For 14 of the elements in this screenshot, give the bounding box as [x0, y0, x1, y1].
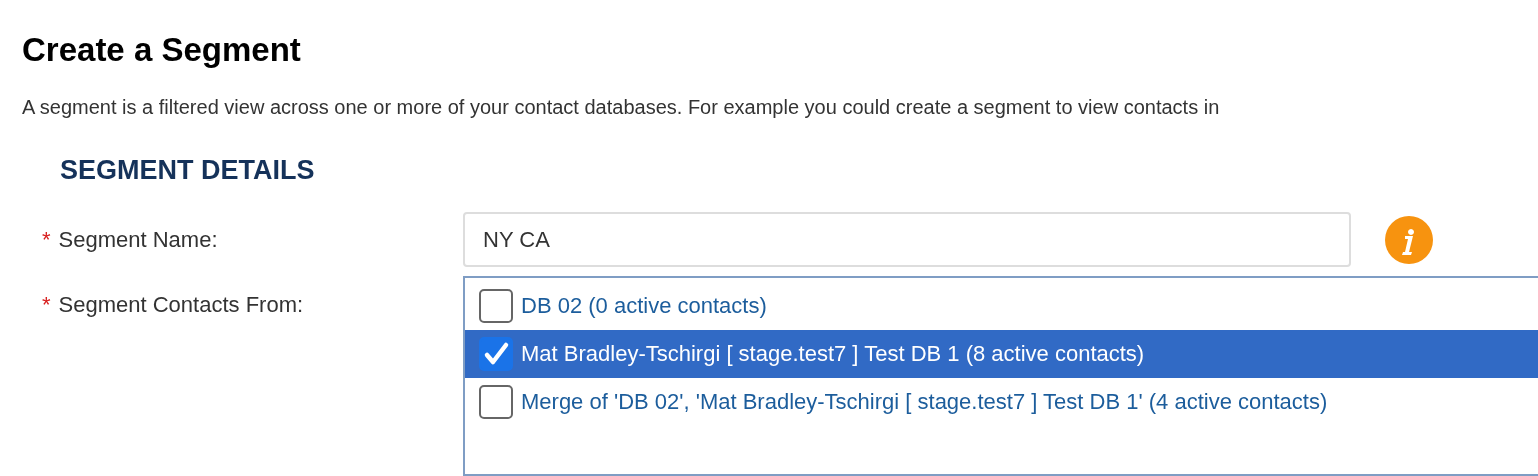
checkbox[interactable] — [479, 337, 513, 371]
description: A segment is a filtered view across one or more of your contact databases. For example you could create a segment to view contacts in — [22, 96, 1220, 119]
checkbox[interactable] — [479, 385, 513, 419]
text-field[interactable]: NY CA — [463, 212, 1351, 267]
required-asterisk: * — [42, 292, 51, 318]
section-heading: SEGMENT DETAILS — [60, 155, 315, 186]
list-option[interactable]: DB 02 (0 active contacts) — [465, 282, 1538, 330]
field-label: Segment Contacts From: — [58, 292, 304, 318]
list-option[interactable]: Mat Bradley-Tschirgi [ stage.test7 ] Test DB 1 (8 active contacts) — [465, 330, 1538, 378]
required-asterisk: * — [42, 226, 51, 253]
checkbox[interactable] — [479, 289, 513, 323]
page-title: Create a Segment — [22, 30, 301, 70]
field-label: Segment Name: — [58, 226, 218, 253]
list-option[interactable]: Merge of 'DB 02', 'Mat Bradley-Tschirgi [ stage.test7 ] Test DB 1' (4 active contacts) — [465, 378, 1538, 426]
